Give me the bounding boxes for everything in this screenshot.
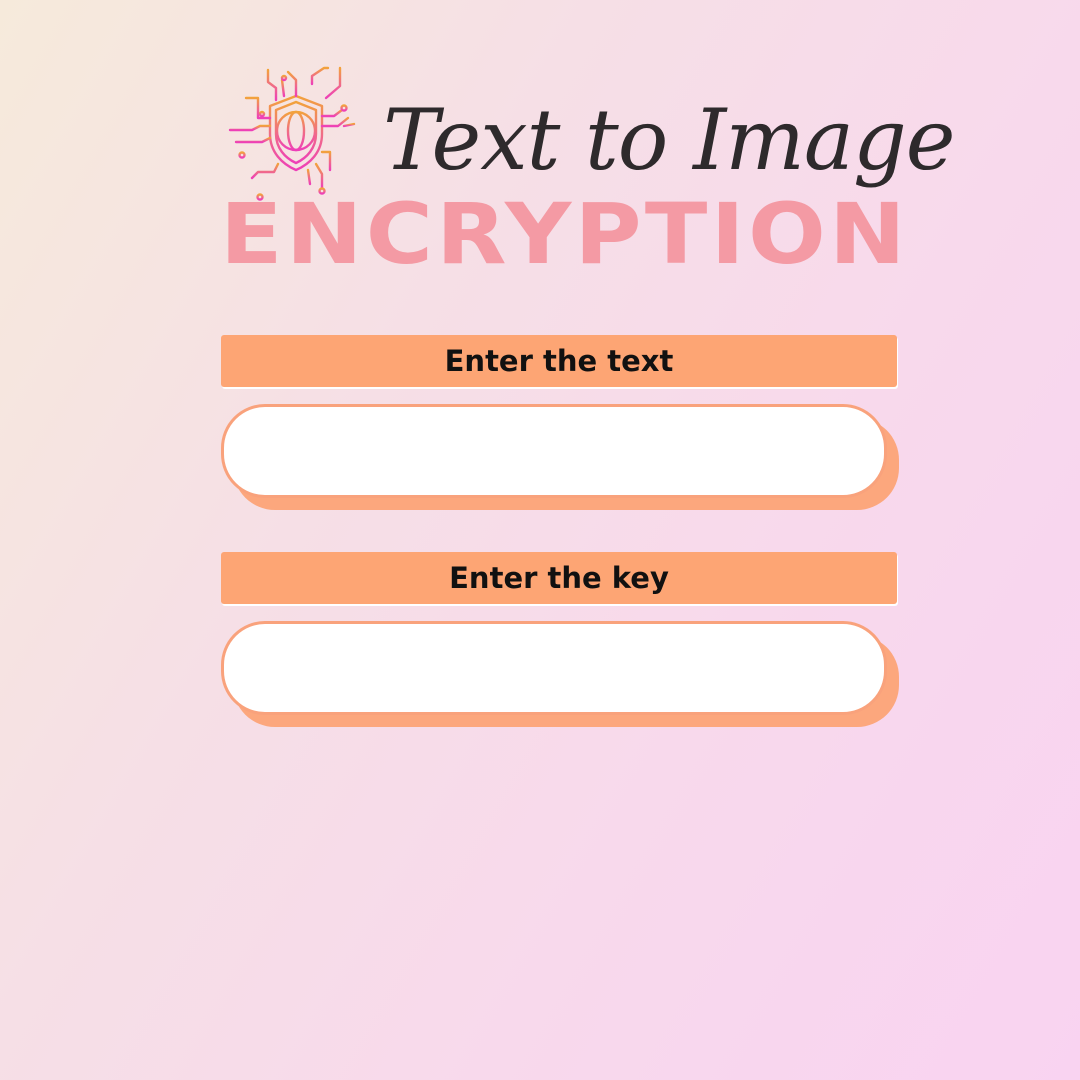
- key-field-container: [221, 621, 899, 729]
- text-input[interactable]: [221, 404, 887, 498]
- block-title: ENCRYPTION: [220, 185, 909, 283]
- shield-globe-circuit-icon: [228, 66, 360, 201]
- script-title: Text to Image: [383, 91, 955, 189]
- key-field-label: Enter the key: [221, 552, 897, 604]
- text-field-label: Enter the text: [221, 335, 897, 387]
- key-input[interactable]: [221, 621, 887, 715]
- text-field-container: [221, 404, 899, 512]
